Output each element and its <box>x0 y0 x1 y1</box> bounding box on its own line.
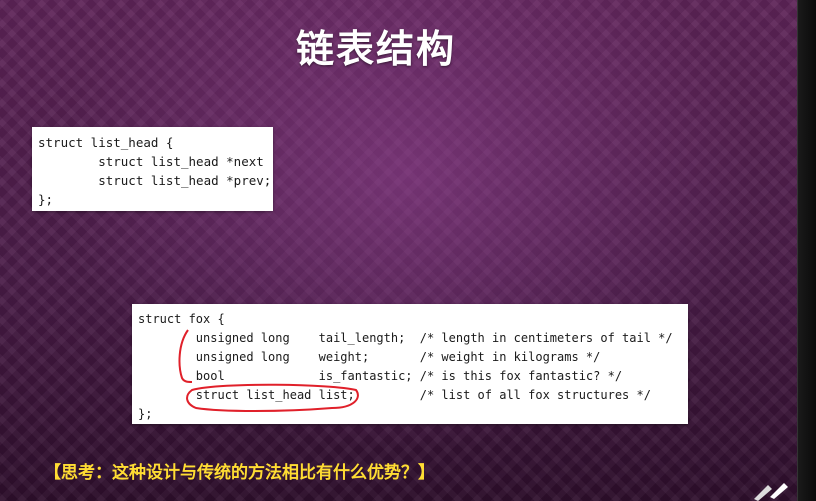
code-line: bool is_fantastic; /* is this fox fantas… <box>138 369 623 383</box>
code-line: struct list_head { <box>38 135 174 150</box>
code-line: }; <box>138 407 153 421</box>
code-block-list-head: struct list_head { struct list_head *nex… <box>32 127 273 211</box>
slide-title: 链表结构 <box>295 27 456 71</box>
discussion-question: 【思考：这种设计与传统的方法相比有什么优势？】 <box>44 463 435 483</box>
code-block-fox-struct: struct fox { unsigned long tail_length; … <box>132 304 688 424</box>
pen-annotation-icon[interactable] <box>750 479 794 501</box>
code-line: struct fox { <box>138 312 225 326</box>
code-line: struct list_head list; /* list of all fo… <box>138 388 651 402</box>
code-line: struct list_head *next <box>38 154 264 169</box>
code-line: struct list_head *prev; <box>38 173 272 188</box>
window-edge-bar <box>797 0 816 501</box>
code-line: unsigned long weight; /* weight in kilog… <box>138 350 601 364</box>
code-line: }; <box>38 192 54 207</box>
code-line: unsigned long tail_length; /* length in … <box>138 331 673 345</box>
